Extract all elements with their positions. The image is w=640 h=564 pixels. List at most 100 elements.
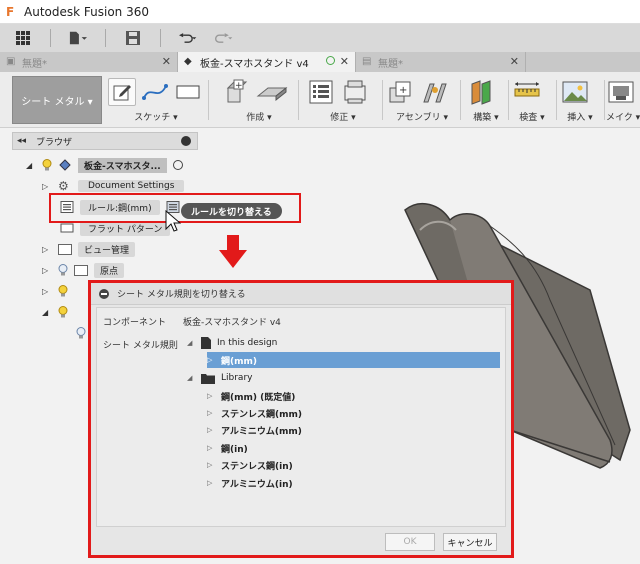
expanded-triangle-icon[interactable]: ◢ [187, 374, 197, 382]
inspect-group[interactable]: 検査 ▾ [512, 76, 552, 126]
ribbon-toolbar: シート メタル ▾ スケッチ ▾ + 作成 ▾ 修正 ▾ + アセンブリ ▾ 構… [0, 72, 640, 128]
tree-root[interactable]: ◢ 板金-スマホスタ... [26, 157, 183, 173]
edit-rules-icon[interactable] [306, 78, 336, 106]
create-group[interactable]: + 作成 ▾ [224, 76, 294, 126]
offset-plane-icon[interactable] [466, 78, 496, 106]
close-icon[interactable]: ✕ [510, 55, 519, 68]
expanded-triangle-icon[interactable]: ◢ [187, 339, 197, 347]
tab-untitled-1[interactable]: ▣ 無題* ✕ [0, 52, 178, 72]
measure-icon[interactable] [512, 78, 542, 106]
activate-radio-icon[interactable] [172, 160, 183, 170]
library-rule-item[interactable]: ▷ アルミニウム(mm) [207, 422, 302, 438]
rectangle-icon[interactable] [174, 78, 202, 106]
tab-label: 無題* [22, 58, 47, 70]
unfold-icon[interactable] [340, 78, 370, 106]
root-component-label: 板金-スマホスタ... [78, 157, 167, 173]
component-icon [58, 159, 72, 171]
collapse-dialog-icon[interactable] [99, 288, 109, 299]
lightbulb-icon[interactable] [58, 285, 68, 297]
in-this-design-node[interactable]: ◢ In this design [187, 335, 277, 351]
collapse-panel-icon[interactable]: ◂◂ [17, 136, 26, 146]
mouse-pointer-icon [165, 210, 181, 232]
make-group[interactable]: メイク ▾ [606, 76, 640, 126]
library-node[interactable]: ◢ Library [187, 370, 252, 386]
collapsed-triangle-icon[interactable]: ▷ [207, 426, 217, 434]
joint-icon[interactable] [420, 78, 450, 106]
tab-sheetmetal-stand[interactable]: ◆ 板金-スマホスタンド v4 ✕ [178, 52, 356, 72]
document-tabs: ▣ 無題* ✕ ◆ 板金-スマホスタンド v4 ✕ ▤ 無題* ✕ [0, 52, 640, 72]
workspace-selector[interactable]: シート メタル ▾ [12, 76, 102, 124]
close-icon[interactable]: ✕ [162, 55, 171, 68]
lightbulb-icon[interactable] [42, 159, 52, 171]
collapsed-triangle-icon[interactable]: ▷ [42, 266, 52, 275]
inspect-label: 検査 ▾ [519, 113, 545, 123]
expanded-triangle-icon[interactable]: ◢ [26, 161, 36, 170]
tree-bodies[interactable]: ▷ [42, 283, 74, 299]
lightbulb-icon[interactable] [76, 327, 86, 339]
dialog-titlebar[interactable]: シート メタル規則を切り替える [91, 283, 511, 305]
assemble-group[interactable]: + アセンブリ ▾ [386, 76, 458, 126]
collapsed-triangle-icon[interactable]: ▷ [42, 182, 52, 191]
cancel-button[interactable]: キャンセル [443, 533, 497, 551]
separator [460, 80, 461, 120]
save-icon[interactable] [124, 29, 142, 47]
modify-label: 修正 ▾ [330, 113, 356, 123]
library-rule-item[interactable]: ▷ 鋼(in) [207, 440, 248, 456]
collapsed-triangle-icon[interactable]: ▷ [42, 287, 52, 296]
library-rule-item[interactable]: ▷ アルミニウム(in) [207, 475, 293, 491]
modify-group[interactable]: 修正 ▾ [306, 76, 380, 126]
redo-icon[interactable] [215, 29, 233, 47]
collapsed-triangle-icon[interactable]: ▷ [207, 461, 217, 469]
collapsed-triangle-icon[interactable]: ▷ [42, 245, 52, 254]
expanded-triangle-icon[interactable]: ◢ [42, 308, 52, 317]
spline-icon[interactable] [140, 78, 170, 106]
grid-menu-icon[interactable] [14, 29, 32, 47]
collapsed-triangle-icon[interactable]: ▷ [207, 444, 217, 452]
new-component-icon[interactable]: + [386, 78, 416, 106]
construct-group[interactable]: 構築 ▾ [466, 76, 506, 126]
tab-untitled-2[interactable]: ▤ 無題* ✕ [356, 52, 526, 72]
lightbulb-icon[interactable] [58, 264, 68, 276]
flat-sheet-icon[interactable] [256, 78, 288, 106]
document-icon [201, 337, 211, 349]
library-rule-item[interactable]: ▷ 鋼(mm) (既定値) [207, 388, 295, 404]
collapsed-triangle-icon[interactable]: ▷ [207, 409, 217, 417]
fusion-logo-icon: F [6, 4, 15, 19]
rule-label: シート メタル規則 [103, 341, 178, 351]
close-icon[interactable]: ✕ [340, 55, 349, 68]
library-rule-item[interactable]: ▷ ステンレス鋼(mm) [207, 405, 302, 421]
lightbulb-icon[interactable] [58, 306, 68, 318]
browser-title: ブラウザ [36, 137, 73, 148]
undo-icon[interactable] [179, 29, 197, 47]
collapsed-triangle-icon[interactable]: ▷ [207, 356, 217, 364]
flange-icon[interactable]: + [224, 78, 252, 106]
create-sketch-icon[interactable] [108, 78, 136, 106]
insert-group[interactable]: 挿入 ▾ [560, 76, 600, 126]
assemble-label: アセンブリ ▾ [396, 113, 448, 123]
sketch-group[interactable]: スケッチ ▾ [108, 76, 204, 126]
make-icon[interactable] [606, 78, 636, 106]
tree-view-management[interactable]: ▷ ビュー管理 [42, 241, 136, 257]
file-menu-icon[interactable] [69, 29, 87, 47]
rule-option-selected[interactable]: ▷ 鋼(mm) [207, 352, 500, 368]
tree-document-settings[interactable]: ▷ ⚙ Document Settings [42, 178, 185, 194]
dialog-title: シート メタル規則を切り替える [117, 290, 246, 300]
library-rule-label: ステンレス鋼(in) [221, 461, 293, 472]
down-arrow-icon [219, 235, 247, 268]
tree-sketches[interactable]: ◢ [42, 304, 74, 320]
title-bar: F Autodesk Fusion 360 [0, 0, 640, 24]
tree-origin[interactable]: ▷ 原点 [42, 262, 125, 278]
create-label: 作成 ▾ [246, 113, 272, 123]
collapsed-triangle-icon[interactable]: ▷ [207, 392, 217, 400]
switch-rule-tooltip: ルールを切り替える [181, 203, 282, 219]
tab-label: 板金-スマホスタンド v4 [200, 58, 309, 70]
insert-image-icon[interactable] [560, 78, 590, 106]
dialog-footer: OK キャンセル [91, 529, 511, 555]
collapsed-triangle-icon[interactable]: ▷ [207, 479, 217, 487]
separator [208, 80, 209, 120]
ok-button[interactable]: OK [385, 533, 435, 551]
library-rule-item[interactable]: ▷ ステンレス鋼(in) [207, 457, 293, 473]
saved-status-icon [326, 56, 335, 65]
browser-options-icon[interactable] [181, 136, 191, 146]
browser-panel-header[interactable]: ◂◂ ブラウザ [12, 132, 198, 150]
